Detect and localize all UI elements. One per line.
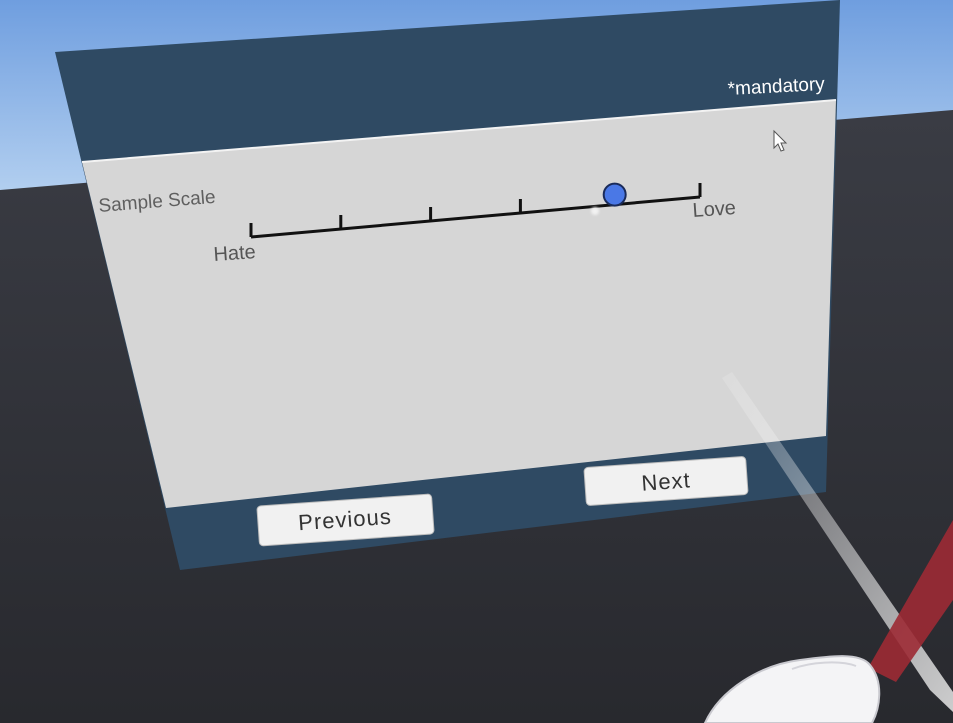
scale-max-label: Love: [692, 197, 737, 222]
next-button-label: Next: [641, 467, 692, 495]
scale-handle[interactable]: [602, 182, 627, 207]
vr-scene: *mandatory Sample Scale Hate Love Previo…: [0, 0, 953, 723]
scale-min-label: Hate: [213, 241, 257, 266]
panel-body: [82, 100, 836, 508]
pointer-dot: [591, 207, 599, 215]
